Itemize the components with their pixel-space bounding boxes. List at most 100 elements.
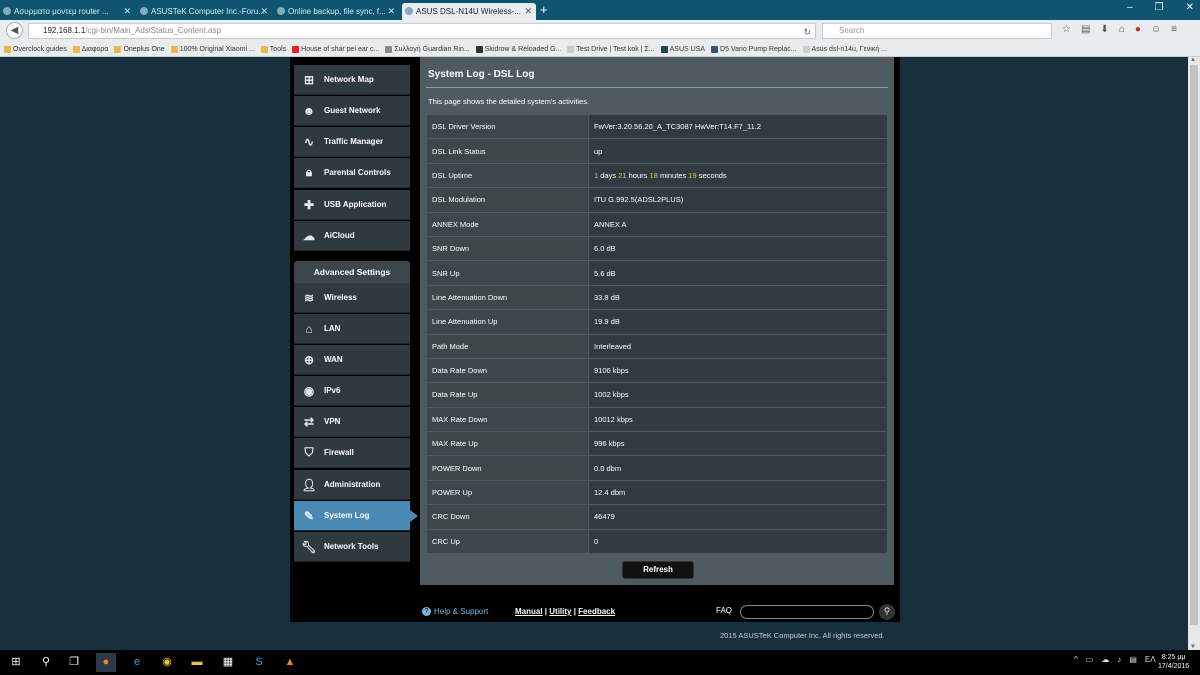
close-icon[interactable]: ✕ [1186,2,1194,13]
search-icon[interactable]: ⚲ [36,653,56,672]
sidebar-item-wireless[interactable]: ≋ Wireless [294,283,410,313]
new-tab-button[interactable]: + [540,2,548,17]
minimize-icon[interactable]: – [1127,2,1133,13]
table-row: DSL Link Status up [426,138,888,164]
clock[interactable]: 8:25 μμ 17/4/2016 [1158,653,1189,671]
faq-search-icon[interactable]: ⚲ [879,604,895,620]
back-button[interactable]: ◀ [6,22,23,39]
lock-icon: 🔒︎ [305,165,313,179]
skype-icon[interactable]: S [249,653,269,672]
table-row: CRC Up 0 [426,528,888,555]
windows-start-icon[interactable]: ⊞ [6,653,26,672]
close-tab-icon[interactable]: ✕ [123,6,131,17]
row-key: Path Mode [426,333,589,359]
row-key: MAX Rate Down [426,406,589,433]
tab-favicon [3,7,11,15]
bookmark-item[interactable]: Overclock guides [4,45,67,53]
scroll-up-icon[interactable]: ▲ [1190,57,1196,63]
vlc-icon[interactable]: ▲ [280,653,300,672]
close-tab-icon[interactable]: ✕ [524,6,532,17]
reload-icon[interactable]: ↻ [803,25,811,39]
search-input[interactable]: Search [822,23,1052,39]
faq-search-input[interactable] [740,605,874,619]
browser-tab-2[interactable]: ASUSTeK Computer Inc.-Foru... ✕ [137,3,272,20]
bookmark-item[interactable]: Oneplus One [114,45,165,53]
scrollbar-thumb[interactable] [1190,65,1198,625]
ipv6-icon: ◉ [303,383,315,398]
smiley-icon[interactable]: ☺ [1151,24,1161,35]
close-tab-icon[interactable]: ✕ [387,6,395,17]
sidebar-item-traffic-manager[interactable]: ∿ Traffic Manager [294,127,410,157]
manual-link[interactable]: Manual [515,607,543,616]
sidebar-item-system-log[interactable]: ✎ System Log [294,501,418,531]
row-value: 5.6 dB [588,260,888,286]
browser-tab-3[interactable]: Online backup, file sync, f... ✕ [274,3,399,20]
row-value: 996 kbps [588,431,888,457]
bookmark-item[interactable]: ASUS USA [660,45,705,53]
sidebar-item-network-tools[interactable]: 🔧︎ Network Tools [294,532,410,562]
reading-list-icon[interactable]: ▤ [1081,24,1090,35]
sidebar-item-label: Administration [324,480,381,489]
guest-network-icon: ☻ [302,103,316,118]
download-icon[interactable]: ⬇ [1100,24,1108,35]
sidebar-item-administration[interactable]: 👤︎ Administration [294,470,410,500]
page-description: This page shows the detailed system's ac… [428,97,590,106]
sidebar-item-ipv6[interactable]: ◉ IPv6 [294,376,410,406]
sidebar-item-label: Network Map [324,75,374,84]
bookmark-item[interactable]: D5 Vario Pump Replac... [711,45,797,53]
sidebar-item-firewall[interactable]: ⛉ Firewall [294,438,410,468]
task-view-icon[interactable]: ❐ [64,653,84,672]
volume-icon[interactable]: ♪ [1117,655,1121,664]
cloud-icon[interactable]: ☁ [1101,655,1109,664]
bookmark-item[interactable]: Tools [260,45,286,53]
sidebar-item-guest-network[interactable]: ☻ Guest Network [294,96,410,126]
close-tab-icon[interactable]: ✕ [260,6,268,17]
language-indicator[interactable]: ΕΛ [1145,655,1156,664]
row-key: POWER Up [426,479,589,506]
tab-label: Online backup, file sync, f... [288,7,386,16]
bookmark-item[interactable]: Skidrow & Reloaded G... [475,45,561,53]
adblock-icon[interactable]: ● [1135,24,1141,35]
page-scrollbar[interactable]: ▲ ▼ [1188,57,1200,650]
puzzle-icon: ✚ [303,197,315,212]
bookmark-item[interactable]: Συλλογή Guardian Rin... [385,45,470,53]
bookmark-item[interactable]: House of shar pei ear c... [292,45,379,53]
table-row: SNR Down 6.0 dB [426,235,888,262]
message-icon[interactable]: ▤ [1129,655,1137,664]
store-icon[interactable]: ▦ [218,653,238,672]
sidebar-item-network-map[interactable]: ⊞ Network Map [294,65,410,95]
maximize-icon[interactable]: ❐ [1155,2,1164,13]
help-support-link[interactable]: ? Help & Support [422,607,488,616]
sidebar-item-usb-application[interactable]: ✚ USB Application [294,190,410,220]
bookmarks-bar: Overclock guides Διαφορα Oneplus One 100… [0,42,1200,57]
utility-link[interactable]: Utility [549,607,571,616]
star-icon[interactable]: ☆ [1062,24,1071,35]
bookmark-item[interactable]: Test Drive | Test kok | Σ... [567,45,655,53]
network-icon[interactable]: ▭ [1086,655,1094,664]
firefox-icon[interactable]: ● [96,653,116,672]
bookmark-item[interactable]: Διαφορα [72,45,108,53]
feedback-link[interactable]: Feedback [578,607,615,616]
sidebar-item-aicloud[interactable]: ☁ AiCloud [294,221,410,251]
chevron-up-icon[interactable]: ^ [1074,655,1078,664]
sidebar-item-lan[interactable]: ⌂ LAN [294,314,410,344]
network-map-icon: ⊞ [303,72,315,87]
sidebar-item-vpn[interactable]: ⇄ VPN [294,407,410,437]
edge-icon[interactable]: e [127,653,147,672]
home-icon[interactable]: ⌂ [1119,24,1125,35]
row-value: ANNEX A [588,211,888,237]
chrome-icon[interactable]: ◉ [157,653,177,672]
menu-icon[interactable]: ≡ [1171,24,1177,35]
bookmark-item[interactable]: Asus dsl-n14u, Γενική ... [802,45,887,53]
address-bar[interactable]: 192.168.1.1/cgi-bin/Main_AdslStatus_Cont… [28,23,816,39]
sidebar-item-parental-controls[interactable]: 🔒︎ Parental Controls [294,158,410,188]
browser-tab-1[interactable]: Ασυρματο μοντεμ router ... ✕ [0,3,135,20]
uptime-hours: 21 [618,170,627,180]
browser-tab-4[interactable]: ASUS DSL-N14U Wireless-... ✕ [402,3,536,20]
sidebar-item-wan[interactable]: ⊕ WAN [294,345,410,375]
refresh-button[interactable]: Refresh [622,561,694,579]
bookmark-item[interactable]: 100% Original Xiaomi ... [170,45,255,53]
file-explorer-icon[interactable]: ▬ [187,653,207,672]
uptime-days-unit: days [600,170,617,180]
row-key: MAX Rate Up [426,431,589,457]
